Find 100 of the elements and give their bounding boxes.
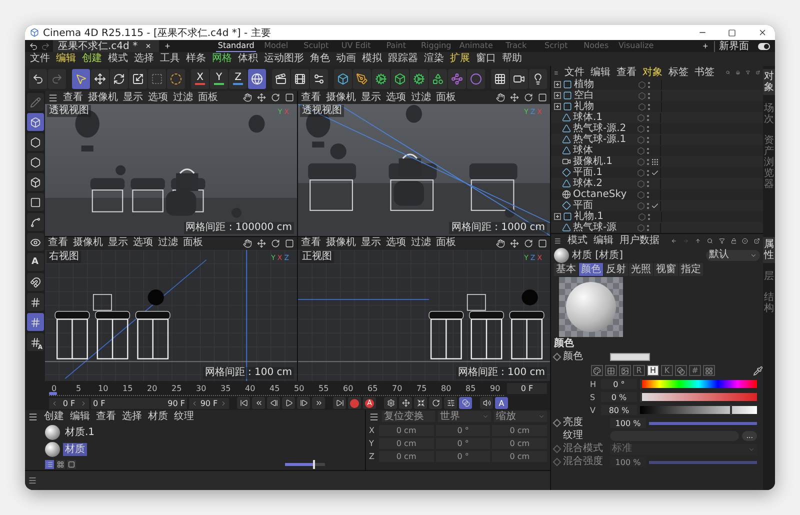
attribute-tab[interactable]: 反射: [604, 263, 628, 276]
channel-field[interactable]: 0 °: [601, 379, 637, 389]
attribute-tab[interactable]: 视窗: [654, 263, 678, 276]
viewport-menu-item[interactable]: 面板: [198, 92, 218, 104]
menu-item[interactable]: 查看: [616, 66, 636, 78]
menu-item[interactable]: 模式: [567, 234, 588, 246]
axis-toggle[interactable]: Z: [229, 68, 247, 88]
viewport-menu-item[interactable]: 摄像机: [88, 92, 118, 104]
side-tab[interactable]: 资产浏览器: [763, 133, 775, 192]
current-frame-field[interactable]: 0 F: [49, 398, 89, 408]
new-tab-button[interactable]: +: [162, 40, 174, 52]
menu-item[interactable]: 样条: [186, 53, 206, 65]
color-mode-button[interactable]: R: [633, 365, 645, 376]
menu-item[interactable]: 文件: [30, 53, 50, 65]
browse-button[interactable]: ...: [742, 431, 757, 441]
menu-item[interactable]: 窗口: [476, 53, 496, 65]
menu-item[interactable]: 动画: [336, 53, 356, 65]
reset-transform-button[interactable]: 复位变换: [382, 411, 435, 422]
menu-item[interactable]: 纹理: [174, 410, 194, 422]
coordinate-field[interactable]: 0 cm: [379, 450, 434, 462]
menu-item[interactable]: 编辑: [593, 234, 614, 246]
viewport-menu-item[interactable]: 选项: [386, 92, 406, 104]
viewport-menu-item[interactable]: 过滤: [411, 237, 431, 249]
auto-mode-button[interactable]: A: [495, 397, 508, 409]
menu-item[interactable]: 书签: [694, 66, 714, 78]
viewport-menu-item[interactable]: 面板: [436, 92, 456, 104]
axis-toggle[interactable]: X: [191, 68, 209, 88]
frame-range-bar[interactable]: 0 F 90 F: [91, 398, 187, 408]
object-row[interactable]: 球体.2: [551, 178, 763, 189]
viewport-menu-item[interactable]: 面板: [183, 237, 203, 249]
menu-item[interactable]: 创建: [82, 53, 102, 65]
side-tab[interactable]: 结构: [763, 290, 775, 316]
coordinate-field[interactable]: 0 °: [436, 450, 490, 462]
channel-field[interactable]: 80 %: [601, 405, 637, 415]
side-tab[interactable]: 对象: [763, 69, 775, 95]
viewport-menu-item[interactable]: 显示: [361, 237, 381, 249]
material-name[interactable]: 材质: [63, 442, 87, 456]
mode-dropdown[interactable]: 缩放: [494, 411, 547, 422]
viewport-menu-item[interactable]: 摄像机: [73, 237, 103, 249]
color-mode-button[interactable]: K: [661, 365, 673, 376]
menu-item[interactable]: 查看: [96, 410, 116, 422]
menu-item[interactable]: 标签: [668, 66, 688, 78]
object-row[interactable]: 空白: [551, 90, 763, 101]
menu-item[interactable]: 模拟: [362, 53, 382, 65]
frame-field[interactable]: 0 F: [507, 383, 547, 394]
menu-item[interactable]: 帮助: [502, 53, 522, 65]
coordinate-field[interactable]: 0 cm: [492, 424, 548, 436]
coordinate-field[interactable]: 0 °: [436, 438, 490, 448]
coordinate-field[interactable]: 0 cm: [492, 438, 548, 448]
object-row[interactable]: 热气球-源.1: [551, 134, 763, 145]
menu-item[interactable]: 选择: [122, 410, 142, 422]
coordinate-field[interactable]: 0 cm: [379, 438, 434, 448]
menu-item[interactable]: 网格: [212, 53, 232, 65]
viewport-menu-item[interactable]: 显示: [108, 237, 128, 249]
viewport-menu-item[interactable]: 摄像机: [326, 92, 356, 104]
color-mode-button[interactable]: #: [689, 365, 701, 376]
preset-dropdown[interactable]: 默认: [706, 250, 760, 260]
viewport-menu-item[interactable]: 显示: [123, 92, 143, 104]
axis-toggle[interactable]: Y: [210, 68, 228, 88]
end-frame-field[interactable]: 90 F: [189, 398, 229, 408]
attribute-tab[interactable]: 指定: [679, 263, 703, 276]
menu-item[interactable]: 创建: [44, 410, 64, 422]
object-row[interactable]: 平面: [551, 200, 763, 211]
viewport-menu-item[interactable]: 面板: [436, 237, 456, 249]
menu-item[interactable]: 文件: [564, 66, 584, 78]
viewport-menu-item[interactable]: 查看: [48, 237, 68, 249]
viewport-menu-item[interactable]: 摄像机: [326, 237, 356, 249]
viewport-menu-item[interactable]: 查看: [301, 237, 321, 249]
viewport-menu-item[interactable]: 过滤: [173, 92, 193, 104]
menu-item[interactable]: 渲染: [424, 53, 444, 65]
coordinate-field[interactable]: 0 cm: [379, 424, 434, 436]
brightness-field[interactable]: 100 %: [610, 418, 646, 428]
object-row[interactable]: 热气球-源: [551, 222, 763, 233]
color-mode-button[interactable]: H: [647, 365, 659, 376]
menu-item[interactable]: 扩展: [450, 53, 470, 65]
menu-item[interactable]: 编辑: [70, 410, 90, 422]
add-layout-button[interactable]: +: [700, 40, 711, 52]
material-name[interactable]: 材质.1: [63, 426, 97, 438]
menu-item[interactable]: 编辑: [56, 53, 76, 65]
viewport-menu-item[interactable]: 选项: [133, 237, 153, 249]
attribute-tab[interactable]: 光照: [629, 263, 653, 276]
viewport-menu-item[interactable]: 查看: [63, 92, 83, 104]
menu-item[interactable]: 运动图形: [264, 53, 304, 65]
document-tab[interactable]: 巫果不求仁.c4d * ×: [53, 40, 159, 52]
viewport-menu-item[interactable]: 过滤: [411, 92, 431, 104]
menu-item[interactable]: 用户数据: [619, 234, 660, 246]
side-tab[interactable]: 场次: [763, 101, 775, 127]
menu-item[interactable]: 跟踪器: [388, 53, 418, 65]
viewport-menu-item[interactable]: 选项: [148, 92, 168, 104]
menu-item[interactable]: 角色: [310, 53, 330, 65]
object-row[interactable]: 摄像机.1: [551, 156, 763, 167]
menu-item[interactable]: 工具: [160, 53, 180, 65]
viewport-menu-item[interactable]: 选项: [386, 237, 406, 249]
viewport-menu-item[interactable]: 过滤: [158, 237, 178, 249]
space-dropdown[interactable]: 世界: [438, 411, 491, 422]
channel-field[interactable]: 0 %: [601, 392, 637, 402]
viewport-menu-item[interactable]: 显示: [361, 92, 381, 104]
coordinate-field[interactable]: 0 °: [436, 424, 490, 436]
object-row[interactable]: 球体.1: [551, 112, 763, 123]
auto-mode-button[interactable]: A: [26, 253, 44, 271]
